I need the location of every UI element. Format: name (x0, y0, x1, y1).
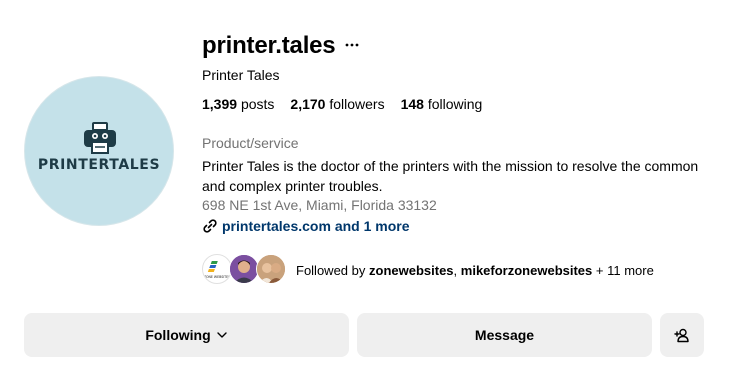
followed-by-more[interactable]: + 11 more (596, 263, 654, 278)
followed-by-row[interactable]: ZONE WEBSITES Followed by zonewebsites, … (202, 254, 654, 286)
mutual-follower-avatars: ZONE WEBSITES (202, 254, 292, 286)
chevron-down-icon (216, 332, 227, 338)
message-button[interactable]: Message (357, 313, 652, 357)
add-person-icon (674, 328, 689, 343)
followers-label: followers (329, 96, 385, 112)
mutual-follower-name[interactable]: zonewebsites (369, 263, 454, 278)
profile-address[interactable]: 698 NE 1st Ave, Miami, Florida 33132 (202, 197, 437, 213)
message-button-label: Message (474, 327, 535, 343)
followers-count: 2,170 (290, 96, 326, 112)
profile-username: printer.tales (202, 32, 336, 59)
following-button-label: Following (145, 327, 211, 343)
profile-full-name: Printer Tales (202, 67, 280, 83)
printer-logo-icon (84, 122, 116, 154)
profile-stats: 1,399 posts 2,170 followers 148 followin… (202, 96, 482, 112)
followed-by-separator: , (453, 262, 458, 278)
followers-stat[interactable]: 2,170 followers (290, 96, 384, 112)
following-stat[interactable]: 148 following (401, 96, 483, 112)
profile-website-link[interactable]: printertales.com and 1 more (202, 218, 410, 234)
posts-count: 1,399 (202, 96, 238, 112)
profile-header: PRINTERTALES printer.tales Printer Tales… (0, 0, 734, 386)
following-label: following (427, 96, 483, 112)
followed-by-prefix: Followed by (296, 262, 366, 278)
person-photo-icon (257, 255, 285, 283)
mutual-avatar-other[interactable] (256, 254, 286, 284)
posts-label: posts (240, 96, 275, 112)
posts-stat[interactable]: 1,399 posts (202, 96, 274, 112)
profile-category: Product/service (202, 135, 299, 151)
following-button[interactable]: Following (24, 313, 349, 357)
mutual-follower-name[interactable]: mikeforzonewebsites (461, 263, 593, 278)
more-options-button[interactable] (344, 36, 360, 56)
suggested-accounts-button[interactable] (660, 313, 704, 357)
profile-avatar[interactable]: PRINTERTALES (24, 76, 174, 226)
svg-text:ZONE WEBSITES: ZONE WEBSITES (204, 275, 230, 279)
zonewebsites-logo-icon: ZONE WEBSITES (204, 261, 230, 279)
link-icon (203, 219, 217, 233)
mutual-avatar-mikeforzonewebsites[interactable] (229, 254, 259, 284)
ellipsis-icon (345, 43, 359, 47)
website-text: printertales.com and 1 more (222, 218, 410, 234)
followed-by-text: Followed by zonewebsites, mikeforzoneweb… (296, 263, 654, 278)
avatar-wordmark: PRINTERTALES (37, 157, 161, 173)
following-count: 148 (400, 96, 424, 112)
mutual-avatar-zonewebsites[interactable]: ZONE WEBSITES (202, 254, 232, 284)
profile-bio: Printer Tales is the doctor of the print… (202, 158, 699, 194)
person-photo-icon (230, 255, 258, 283)
